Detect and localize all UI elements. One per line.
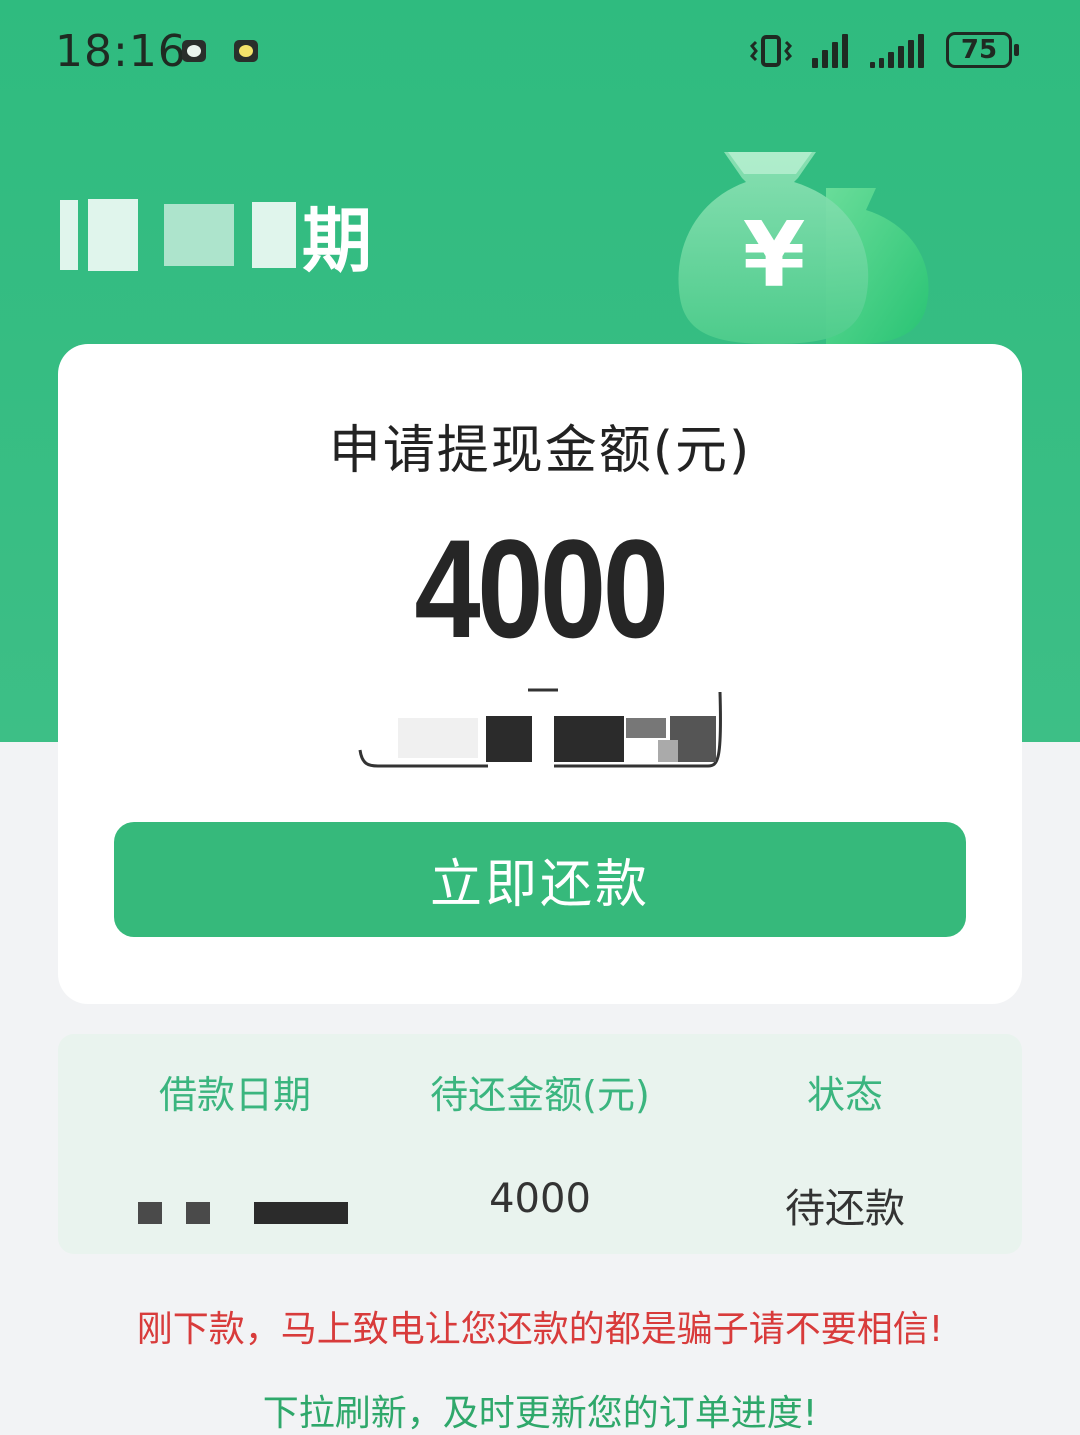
redacted-date [138, 1202, 348, 1224]
money-bag-icon: ¥ [678, 152, 929, 344]
repay-now-button[interactable]: 立即还款 [114, 822, 966, 937]
refresh-tip: 下拉刷新，及时更新您的订单进度! [262, 1393, 818, 1434]
redacted-block [164, 204, 234, 266]
redacted-block [60, 200, 78, 270]
moon-icon [182, 40, 206, 62]
table-header-loan-date: 借款日期 [158, 1073, 311, 1117]
redacted-info [358, 688, 722, 768]
brand-suffix: 期 [302, 199, 372, 282]
card-title: 申请提现金额(元) [328, 421, 752, 481]
table-header-due-amount: 待还金额(元) [430, 1073, 650, 1117]
table-row-status: 待还款 [785, 1186, 905, 1232]
status-bar: 18:16 75 [0, 0, 1080, 100]
signal-icon [870, 32, 924, 68]
redacted-block [252, 202, 296, 268]
redacted-block [88, 199, 138, 271]
table-row-amount: 4000 [489, 1176, 591, 1222]
sun-icon [234, 40, 258, 62]
signal-icon [812, 32, 848, 68]
brand-title: 期 [60, 190, 372, 282]
status-time: 18:16 [55, 26, 187, 77]
vibrate-icon [749, 35, 793, 67]
table-header-status: 状态 [806, 1073, 883, 1117]
scam-warning: 刚下款，马上致电让您还款的都是骗子请不要相信! [136, 1309, 944, 1350]
battery-icon: 75 [946, 32, 1019, 68]
svg-text:¥: ¥ [743, 203, 806, 308]
withdraw-amount: 4000 [414, 510, 669, 667]
